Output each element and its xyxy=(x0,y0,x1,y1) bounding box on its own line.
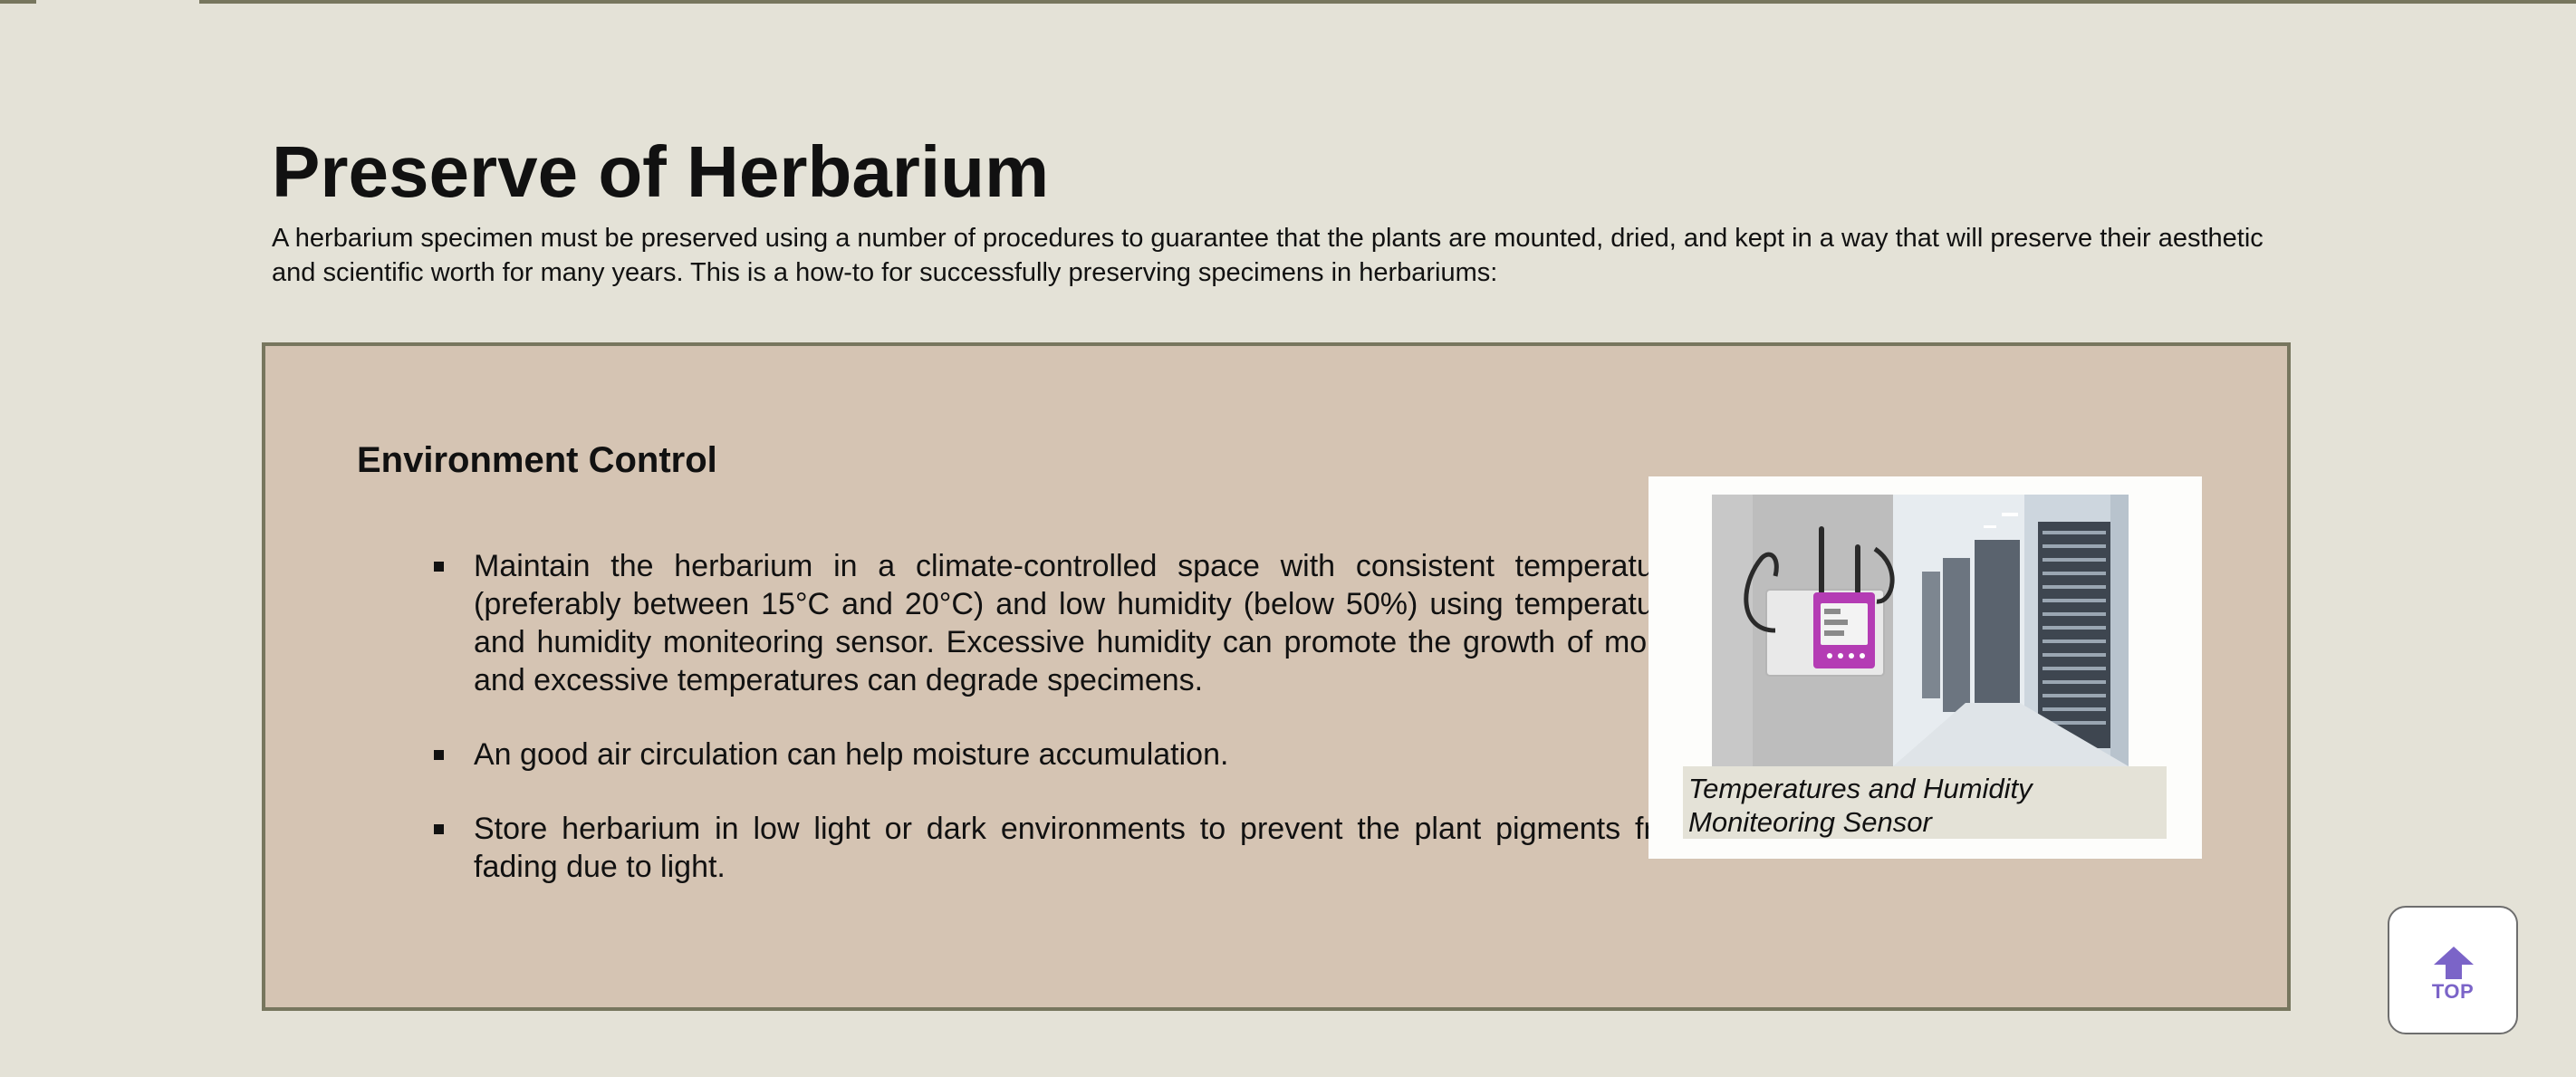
intro-paragraph: A herbarium specimen must be preserved u… xyxy=(272,224,2264,287)
back-to-top-label: TOP xyxy=(2431,980,2475,1003)
top-rule xyxy=(199,0,2576,4)
sensor-figure: Temperatures and Humidity Moniteoring Se… xyxy=(1648,476,2202,859)
top-rule-left xyxy=(0,0,36,4)
environment-control-panel: Environment Control Maintain the herbari… xyxy=(262,342,2291,1011)
arrow-up-icon xyxy=(2434,947,2474,979)
bullet-item: An good air circulation can help moistur… xyxy=(347,736,1697,774)
section-heading: Environment Control xyxy=(357,440,717,480)
bullet-list: Maintain the herbarium in a climate-cont… xyxy=(347,547,1697,922)
figure-caption: Temperatures and Humidity Moniteoring Se… xyxy=(1683,766,2167,839)
bullet-item: Maintain the herbarium in a climate-cont… xyxy=(347,547,1697,699)
page-title: Preserve of Herbarium xyxy=(272,131,1050,212)
bullet-item: Store herbarium in low light or dark env… xyxy=(347,810,1697,886)
sensor-photo xyxy=(1712,495,2129,766)
back-to-top-button[interactable]: TOP xyxy=(2388,906,2518,1034)
